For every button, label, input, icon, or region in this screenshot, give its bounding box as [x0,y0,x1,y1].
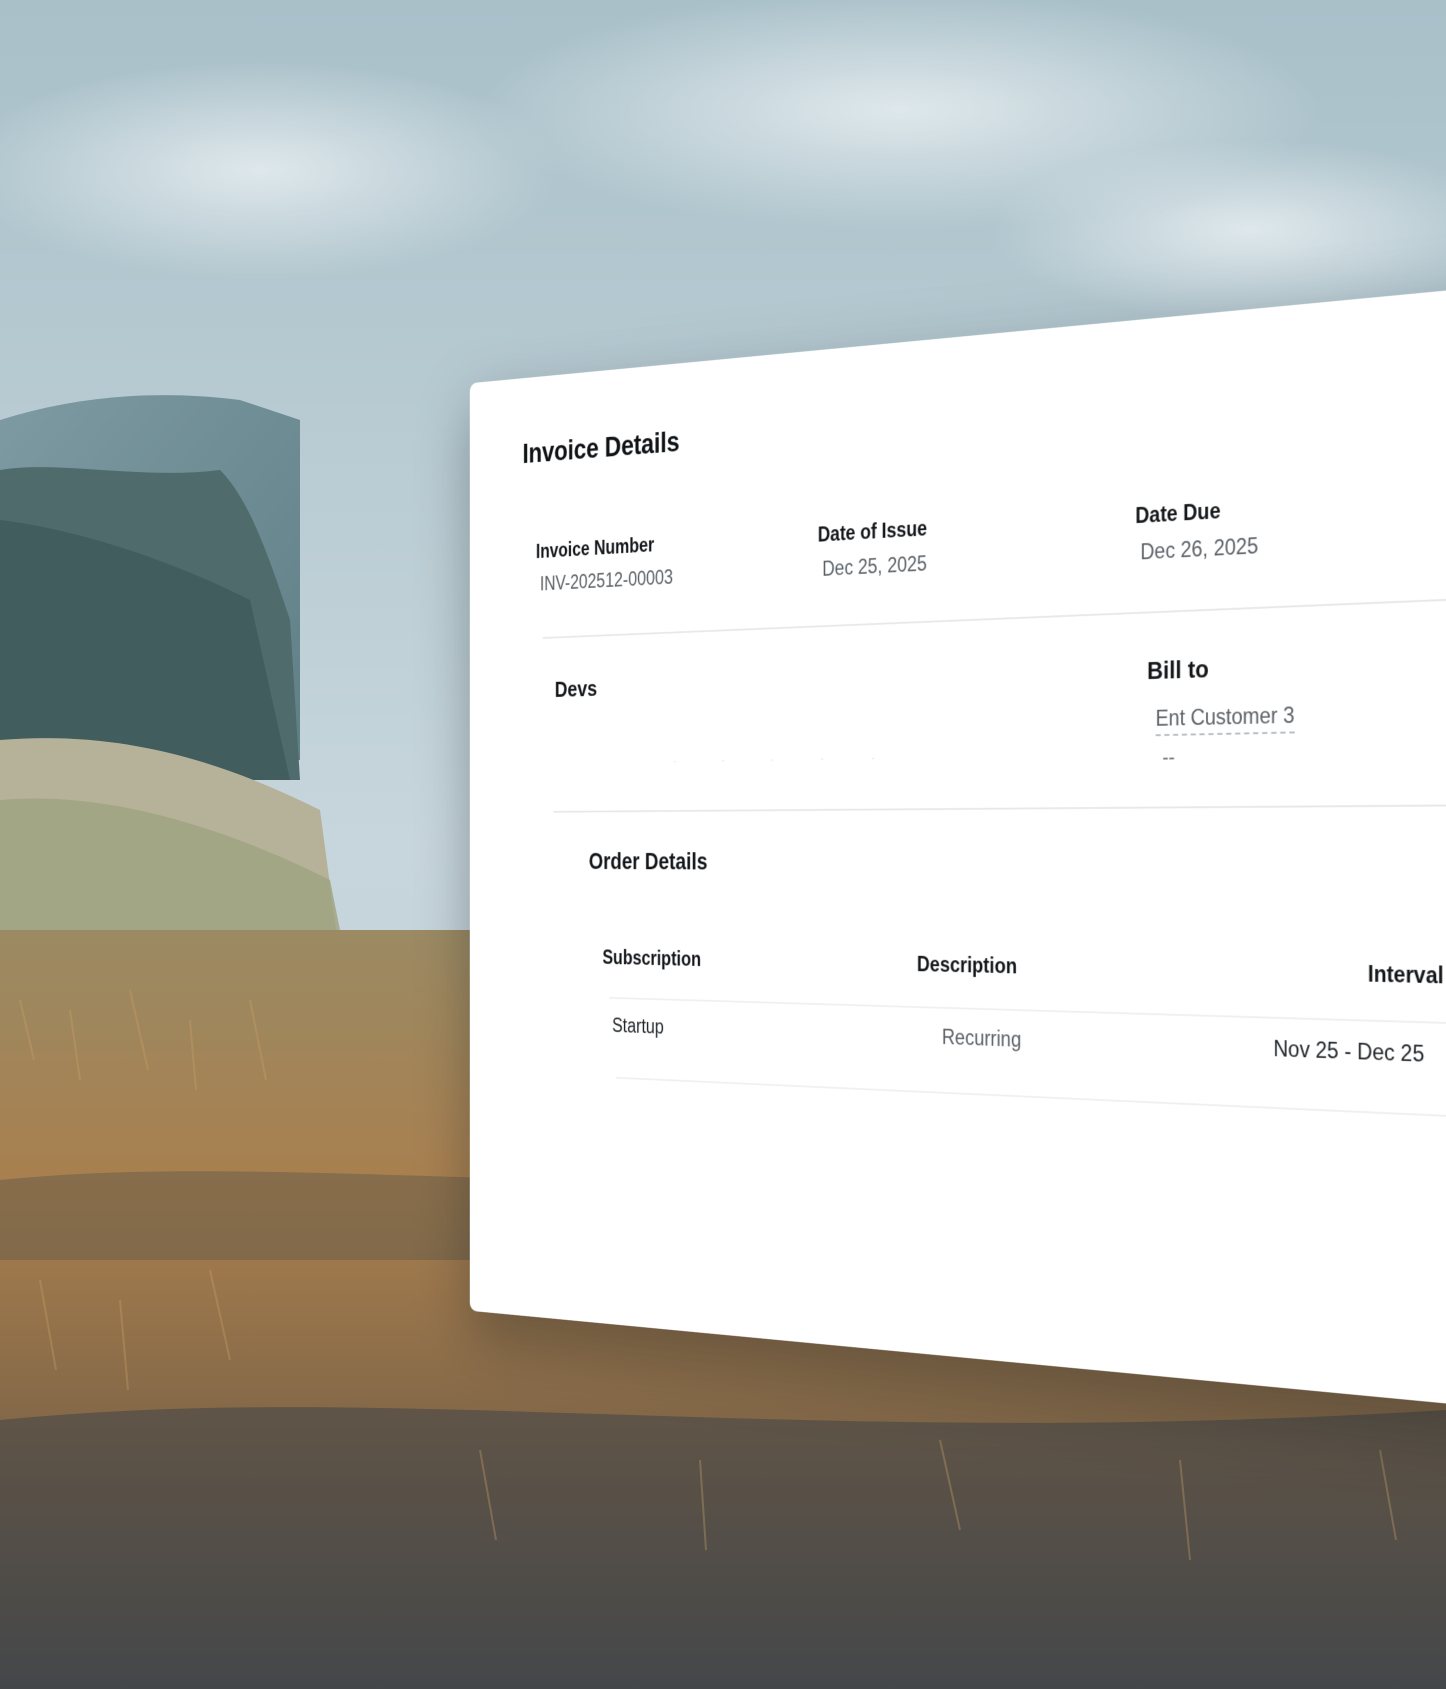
date-of-issue-label: Date of Issue [818,516,927,547]
row-divider [616,1077,1446,1120]
invoice-number-field: Invoice Number INV-202512-00003 [536,532,673,596]
customer-extra-info: -- [1162,743,1294,770]
divider [543,596,1446,639]
seller-name: Devs [555,675,597,702]
cell-description: Recurring [942,1025,1021,1052]
invoice-number-value: INV-202512-00003 [536,566,673,596]
divider [553,804,1446,813]
bill-to-block: Bill to Ent Customer 3 -- [1147,652,1294,771]
date-due-value: Dec 26, 2025 [1135,533,1258,565]
order-details-table: Subscription Description Interval Startu… [602,946,1446,1120]
customer-link[interactable]: Ent Customer 3 [1156,703,1295,737]
cell-subscription: Startup [612,1014,664,1039]
cell-interval: Nov 25 - Dec 25 [1273,1036,1424,1068]
order-details-title: Order Details [589,849,708,876]
invoice-title: Invoice Details [523,425,680,470]
column-header-description: Description [917,952,1017,979]
column-header-subscription: Subscription [602,946,701,971]
invoice-number-label: Invoice Number [536,532,673,563]
date-of-issue-value: Dec 25, 2025 [818,552,927,582]
date-due-field: Date Due Dec 26, 2025 [1135,496,1258,565]
seller-address-placeholder: · · · · · [674,751,898,767]
column-header-interval: Interval [1368,961,1444,989]
invoice-card: Invoice Details Invoice Number INV-20251… [470,284,1446,1410]
bill-to-label: Bill to [1147,652,1294,686]
date-of-issue-field: Date of Issue Dec 25, 2025 [818,516,927,581]
date-due-label: Date Due [1135,496,1258,529]
